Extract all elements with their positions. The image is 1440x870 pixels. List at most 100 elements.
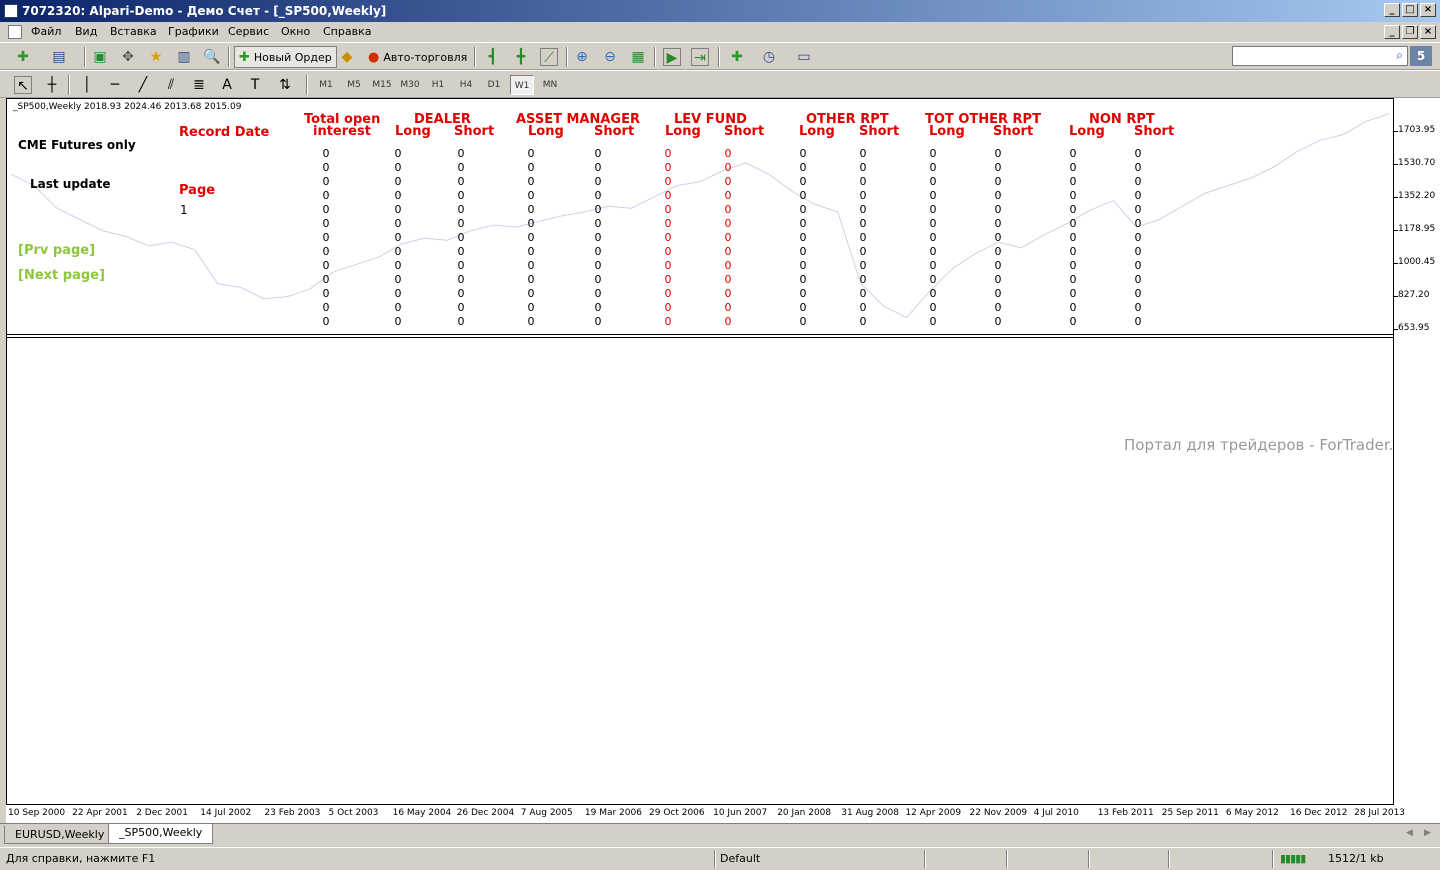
chart-window-icon[interactable] bbox=[8, 25, 22, 39]
period-m5[interactable]: M5 bbox=[342, 75, 366, 95]
period-d1[interactable]: D1 bbox=[482, 75, 506, 95]
table-cell: 0 bbox=[859, 175, 867, 188]
x-tick-label: 4 Jul 2010 bbox=[1033, 808, 1079, 818]
autoscroll-icon[interactable]: ▶ bbox=[663, 48, 681, 66]
zoom-in-icon[interactable]: ⊕ bbox=[573, 48, 591, 66]
periods-icon[interactable]: ◷ bbox=[760, 48, 778, 66]
table-cell: 0 bbox=[1069, 231, 1077, 244]
col-total-open: 0000000000000 bbox=[316, 147, 336, 329]
line-chart-icon[interactable]: ⟋ bbox=[540, 48, 558, 66]
table-cell: 0 bbox=[994, 161, 1002, 174]
y-tick-label: 827.20 bbox=[1398, 290, 1430, 300]
table-cell: 0 bbox=[457, 161, 465, 174]
market-watch-icon[interactable]: ▣ bbox=[91, 48, 109, 66]
tile-windows-icon[interactable]: ▦ bbox=[629, 48, 647, 66]
table-cell: 0 bbox=[594, 259, 602, 272]
community-button[interactable]: 5 bbox=[1410, 46, 1432, 66]
menu-file[interactable]: Файл bbox=[31, 25, 61, 38]
text-label-icon[interactable]: T bbox=[246, 76, 264, 94]
table-cell: 0 bbox=[799, 147, 807, 160]
profiles-icon[interactable]: ▤ bbox=[50, 48, 68, 66]
table-cell: 0 bbox=[994, 301, 1002, 314]
prev-page-link[interactable]: [Prv page] bbox=[18, 243, 95, 258]
new-order-button[interactable]: ✚ Новый Ордер bbox=[234, 46, 337, 68]
child-close-button[interactable]: × bbox=[1420, 25, 1436, 39]
horizontal-line-icon[interactable]: ─ bbox=[106, 76, 124, 94]
terminal-icon[interactable]: ▥ bbox=[175, 48, 193, 66]
period-mn[interactable]: MN bbox=[538, 75, 562, 95]
tab-eurusd[interactable]: EURUSD,Weekly bbox=[4, 826, 116, 844]
crosshair-icon[interactable]: ┼ bbox=[43, 76, 61, 94]
table-cell: 0 bbox=[394, 287, 402, 300]
fibonacci-icon[interactable]: ≣ bbox=[190, 76, 208, 94]
navigator-icon[interactable]: ★ bbox=[147, 48, 165, 66]
minimize-button[interactable]: _ bbox=[1384, 3, 1400, 17]
x-tick-label: 7 Aug 2005 bbox=[520, 808, 573, 818]
indicators-icon[interactable]: ✚ bbox=[728, 48, 746, 66]
data-window-icon[interactable]: ✥ bbox=[119, 48, 137, 66]
table-cell: 0 bbox=[1134, 231, 1142, 244]
new-chart-icon[interactable]: ✚ bbox=[14, 48, 32, 66]
text-icon[interactable]: A bbox=[218, 76, 236, 94]
table-cell: 0 bbox=[664, 273, 672, 286]
period-h4[interactable]: H4 bbox=[454, 75, 478, 95]
table-cell: 0 bbox=[994, 189, 1002, 202]
table-cell: 0 bbox=[594, 175, 602, 188]
record-date-header: Record Date bbox=[179, 125, 270, 140]
menu-tools[interactable]: Сервис bbox=[228, 25, 269, 38]
child-restore-button[interactable]: ❐ bbox=[1402, 25, 1418, 39]
tab-scroll-right-icon[interactable]: ▶ bbox=[1424, 828, 1431, 838]
asset-long-header: Long bbox=[528, 124, 564, 139]
period-m15[interactable]: M15 bbox=[370, 75, 394, 95]
chart-shift-icon[interactable]: ⇥ bbox=[691, 48, 709, 66]
auto-trading-button[interactable]: ● Авто-торговля bbox=[363, 46, 472, 68]
table-cell: 0 bbox=[664, 161, 672, 174]
tab-scroll-left-icon[interactable]: ◀ bbox=[1406, 828, 1413, 838]
trendline-icon[interactable]: ╱ bbox=[134, 76, 152, 94]
table-cell: 0 bbox=[724, 161, 732, 174]
tab-sp500[interactable]: _SP500,Weekly bbox=[108, 824, 214, 844]
search-input[interactable]: ⌕ bbox=[1232, 46, 1408, 66]
col-other-long: 0000000000000 bbox=[793, 147, 813, 329]
y-tick-label: 653.95 bbox=[1398, 323, 1430, 333]
table-cell: 0 bbox=[664, 287, 672, 300]
cursor-icon[interactable]: ↖ bbox=[14, 76, 32, 94]
vertical-line-icon[interactable]: │ bbox=[78, 76, 96, 94]
table-cell: 0 bbox=[1069, 287, 1077, 300]
x-tick-label: 14 Jul 2002 bbox=[200, 808, 252, 818]
period-w1[interactable]: W1 bbox=[510, 75, 534, 95]
period-m30[interactable]: M30 bbox=[398, 75, 422, 95]
menu-help[interactable]: Справка bbox=[323, 25, 371, 38]
child-minimize-button[interactable]: _ bbox=[1384, 25, 1400, 39]
table-cell: 0 bbox=[664, 231, 672, 244]
menu-window[interactable]: Окно bbox=[281, 25, 310, 38]
arrows-icon[interactable]: ⇅ bbox=[276, 76, 294, 94]
equidistant-channel-icon[interactable]: ⫽ bbox=[162, 76, 180, 94]
indicator-pane[interactable] bbox=[7, 337, 1393, 804]
table-cell: 0 bbox=[527, 217, 535, 230]
templates-icon[interactable]: ▭ bbox=[795, 48, 813, 66]
zoom-out-icon[interactable]: ⊖ bbox=[601, 48, 619, 66]
table-cell: 0 bbox=[1069, 259, 1077, 272]
table-cell: 0 bbox=[322, 231, 330, 244]
main-chart-pane[interactable]: _SP500,Weekly 2018.93 2024.46 2013.68 20… bbox=[7, 99, 1393, 335]
maximize-button[interactable]: □ bbox=[1402, 3, 1418, 17]
period-h1[interactable]: H1 bbox=[426, 75, 450, 95]
table-cell: 0 bbox=[457, 189, 465, 202]
menu-insert[interactable]: Вставка bbox=[110, 25, 157, 38]
dealer-short-header: Short bbox=[454, 124, 495, 139]
meta-editor-icon[interactable]: ◆ bbox=[338, 48, 356, 66]
menu-charts[interactable]: Графики bbox=[168, 25, 219, 38]
table-cell: 0 bbox=[394, 273, 402, 286]
table-cell: 0 bbox=[859, 301, 867, 314]
period-m1[interactable]: M1 bbox=[314, 75, 338, 95]
table-cell: 0 bbox=[799, 175, 807, 188]
close-button[interactable]: × bbox=[1420, 3, 1436, 17]
next-page-link[interactable]: [Next page] bbox=[18, 268, 105, 283]
menu-view[interactable]: Вид bbox=[75, 25, 97, 38]
strategy-tester-icon[interactable]: 🔍 bbox=[203, 48, 221, 66]
search-icon[interactable]: ⌕ bbox=[1396, 48, 1403, 63]
table-cell: 0 bbox=[994, 217, 1002, 230]
bar-chart-icon[interactable]: ┫ bbox=[484, 48, 502, 66]
candlestick-icon[interactable]: ╋ bbox=[512, 48, 530, 66]
